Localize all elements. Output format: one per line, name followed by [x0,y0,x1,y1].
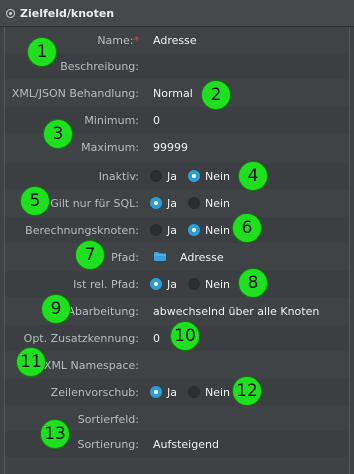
radio-checked-icon[interactable] [150,278,162,290]
radio-label: Nein [205,196,231,210]
panel-title: Zielfeld/knoten [20,7,115,20]
berechnung-radio-nein[interactable]: Nein [188,222,230,238]
annotation-badge-3: 3 [43,119,73,149]
namespace-label: XML Namespace: [43,359,139,372]
annotation-badge-9: 9 [41,294,71,324]
radio-checked-icon[interactable] [188,224,200,236]
name-label: Name:* [97,34,139,47]
annotation-badge-8: 8 [238,268,268,298]
sortierung-value[interactable]: Aufsteigend [153,438,219,451]
behandlung-value[interactable]: Normal [153,87,193,100]
zusatz-label: Opt. Zusatzkennung: [23,332,139,345]
radio-label: Ja [167,196,177,210]
zeilenvorschub-radio-ja[interactable]: Ja [150,384,177,400]
sql-radio-ja[interactable]: Ja [150,195,177,211]
sql-label: Gilt nur für SQL: [50,197,139,210]
inaktiv-radio-nein[interactable]: Nein [188,168,230,184]
zusatz-value[interactable]: 0 [153,332,160,345]
minimum-label: Minimum: [84,114,139,127]
sql-radio-nein[interactable]: Nein [188,195,230,211]
annotation-badge-11: 11 [16,347,46,377]
radio-unchecked-icon[interactable] [150,170,162,182]
radio-checked-icon[interactable] [188,170,200,182]
abarbeitung-value[interactable]: abwechselnd über alle Knoten [153,305,319,318]
row-zeilenvorschub: Zeilenvorschub: Ja Nein [5,379,349,405]
maximum-label: Maximum: [81,141,139,154]
radio-label: Ja [167,277,177,291]
radio-unchecked-icon[interactable] [188,386,200,398]
radio-label: Nein [205,169,231,183]
annotation-badge-4: 4 [238,161,268,191]
radio-unchecked-icon[interactable] [150,224,162,236]
properties-panel: Zielfeld/knoten Name:* Adresse Beschreib… [0,0,354,474]
folder-icon[interactable] [154,252,166,261]
sortierung-label: Sortierung: [77,438,139,451]
row-pfad: Pfad: Adresse [5,244,349,270]
beschreibung-label: Beschreibung: [60,60,139,73]
annotation-badge-1: 1 [27,37,57,67]
relpfad-radio-nein[interactable]: Nein [188,276,230,292]
collapse-circle-icon[interactable] [6,9,15,18]
panel-header[interactable]: Zielfeld/knoten [0,0,354,27]
row-inaktiv: Inaktiv: Ja Nein [5,163,349,189]
relpfad-radio-ja[interactable]: Ja [150,276,177,292]
inaktiv-radio-ja[interactable]: Ja [150,168,177,184]
pfad-value[interactable]: Adresse [180,251,224,264]
row-berechnung: Berechnungsknoten: Ja Nein [5,217,349,243]
sortierfeld-label: Sortierfeld: [77,413,139,426]
row-sql: Gilt nur für SQL: Ja Nein [5,190,349,216]
radio-label: Ja [167,385,177,399]
berechnung-label: Berechnungsknoten: [25,224,139,237]
behandlung-label: XML/JSON Behandlung: [11,87,139,100]
row-behandlung: XML/JSON Behandlung: Normal [5,80,349,106]
annotation-badge-10: 10 [170,321,200,351]
zeilenvorschub-radio-nein[interactable]: Nein [188,384,230,400]
minimum-value[interactable]: 0 [153,114,160,127]
relpfad-label: Ist rel. Pfad: [73,278,139,291]
annotation-badge-12: 12 [232,376,262,406]
row-namespace: XML Namespace: [5,352,349,378]
annotation-badge-6: 6 [232,213,262,243]
radio-label: Ja [167,169,177,183]
radio-unchecked-icon[interactable] [188,278,200,290]
annotation-badge-7: 7 [75,240,105,270]
radio-label: Nein [205,277,231,291]
pfad-label: Pfad: [111,251,139,264]
name-value[interactable]: Adresse [153,34,197,47]
radio-checked-icon[interactable] [150,386,162,398]
inaktiv-label: Inaktiv: [98,170,139,183]
annotation-badge-5: 5 [20,186,50,216]
required-marker: * [133,34,140,47]
row-beschreibung: Beschreibung: [5,53,349,79]
zeilenvorschub-label: Zeilenvorschub: [50,386,139,399]
radio-checked-icon[interactable] [150,197,162,209]
annotation-badge-13: 13 [40,419,70,449]
berechnung-radio-ja[interactable]: Ja [150,222,177,238]
abarbeitung-label: Abarbeitung: [67,305,139,318]
radio-label: Ja [167,223,177,237]
radio-label: Nein [205,385,231,399]
radio-unchecked-icon[interactable] [188,197,200,209]
annotation-badge-2: 2 [201,80,231,110]
maximum-value[interactable]: 99999 [153,141,188,154]
properties-body: Name:* Adresse Beschreibung: XML/JSON Be… [4,27,350,474]
radio-label: Nein [205,223,231,237]
